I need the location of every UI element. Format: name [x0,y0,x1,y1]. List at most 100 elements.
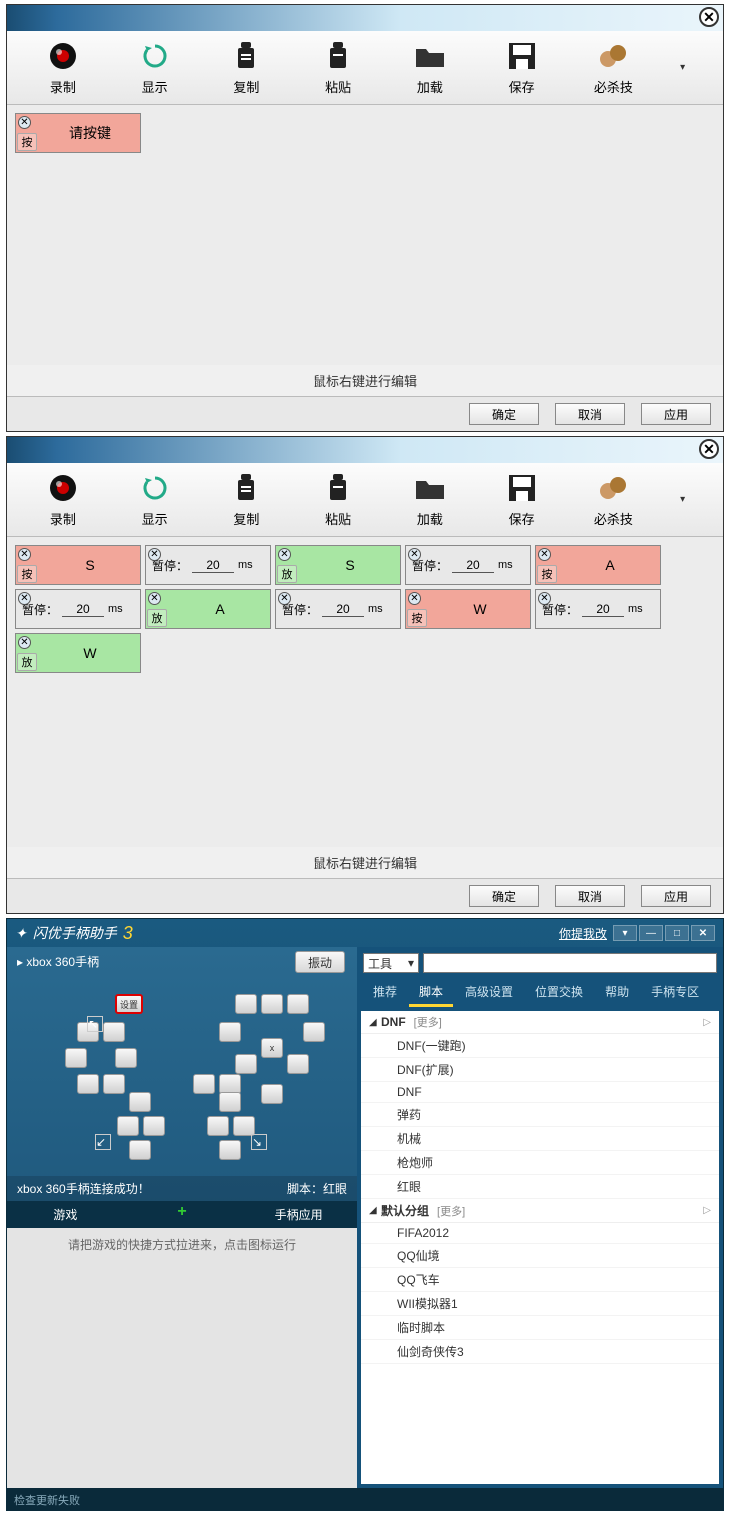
press-key-block[interactable]: ✕按S [15,545,141,585]
nav-tab[interactable]: 帮助 [595,979,639,1007]
block-close-icon[interactable]: ✕ [148,548,161,561]
expand-icon[interactable]: ▷ [703,1205,711,1216]
tree-group-header[interactable]: ◢默认分组[更多]▷ [361,1199,719,1223]
block-close-icon[interactable]: ✕ [18,636,31,649]
nav-tab[interactable]: 高级设置 [455,979,523,1007]
controller-key[interactable] [103,1074,125,1094]
block-close-icon[interactable]: ✕ [538,592,551,605]
controller-key[interactable] [219,1022,241,1042]
controller-key[interactable] [235,1054,257,1074]
controller-key[interactable] [193,1074,215,1094]
minimize-icon[interactable]: — [639,925,663,941]
pause-block[interactable]: ✕暂停：ms [15,589,141,629]
copy-button[interactable]: 复制 [221,39,271,96]
ok-button[interactable]: 确定 [469,403,539,425]
controller-key[interactable] [219,1074,241,1094]
copy-button[interactable]: 复制 [221,471,271,528]
controller-key[interactable] [129,1140,151,1160]
display-button[interactable]: 显示 [130,39,180,96]
release-key-block[interactable]: ✕放A [145,589,271,629]
pause-block[interactable]: ✕暂停：ms [145,545,271,585]
controller-key[interactable] [103,1022,125,1042]
titlebar[interactable]: ✕ [7,5,723,31]
controller-key[interactable] [287,1054,309,1074]
press-key-block[interactable]: ✕按W [405,589,531,629]
controller-key[interactable] [207,1116,229,1136]
controller-key[interactable] [303,1022,325,1042]
controller-key[interactable] [143,1116,165,1136]
dropdown-icon[interactable]: ▾ [613,925,637,941]
controller-key[interactable] [219,1092,241,1112]
macro-canvas[interactable]: ✕按S✕暂停：ms✕放S✕暂停：ms✕按A✕暂停：ms✕放A✕暂停：ms✕按W✕… [7,537,723,847]
load-button[interactable]: 加载 [405,39,455,96]
controller-key[interactable] [287,994,309,1014]
apply-button[interactable]: 应用 [641,403,711,425]
display-button[interactable]: 显示 [130,471,180,528]
controller-key[interactable] [219,1140,241,1160]
close-icon[interactable]: ✕ [691,925,715,941]
tree-item[interactable]: 枪炮师 [361,1151,719,1175]
block-close-icon[interactable]: ✕ [278,548,291,561]
controller-key-highlighted[interactable]: 设置 [115,994,143,1014]
block-close-icon[interactable]: ✕ [408,548,421,561]
cancel-button[interactable]: 取消 [555,403,625,425]
macro-canvas[interactable]: ✕ 按 请按键 [7,105,723,365]
pause-value-input[interactable] [582,602,624,617]
controller-key[interactable]: x [261,1038,283,1058]
nav-tab[interactable]: 手柄专区 [641,979,709,1007]
tools-dropdown[interactable]: 工具▾ [363,953,419,973]
pause-value-input[interactable] [452,558,494,573]
tree-item[interactable]: DNF [361,1082,719,1103]
block-close-icon[interactable]: ✕ [408,592,421,605]
controller-key[interactable] [235,994,257,1014]
release-key-block[interactable]: ✕放W [15,633,141,673]
paste-button[interactable]: 粘贴 [313,471,363,528]
combo-button[interactable]: 必杀技 [588,39,638,96]
tree-item[interactable]: WII模拟器1 [361,1292,719,1316]
controller-key[interactable] [261,994,283,1014]
controller-key[interactable] [65,1048,87,1068]
press-key-block[interactable]: ✕ 按 请按键 [15,113,141,153]
pause-value-input[interactable] [192,558,234,573]
block-close-icon[interactable]: ✕ [18,548,31,561]
ok-button[interactable]: 确定 [469,885,539,907]
controller-key[interactable] [115,1048,137,1068]
search-input[interactable] [423,953,717,973]
controller-key[interactable] [261,1084,283,1104]
tree-item[interactable]: 仙剑奇侠传3 [361,1340,719,1364]
block-close-icon[interactable]: ✕ [278,592,291,605]
save-button[interactable]: 保存 [497,471,547,528]
toolbar-dropdown-icon[interactable]: ▾ [680,494,692,505]
close-icon[interactable]: ✕ [699,7,719,27]
cancel-button[interactable]: 取消 [555,885,625,907]
nav-tab[interactable]: 脚本 [409,979,453,1007]
tab-add[interactable]: + [124,1201,241,1228]
block-close-icon[interactable]: ✕ [18,116,31,129]
controller-key[interactable] [233,1116,255,1136]
apply-button[interactable]: 应用 [641,885,711,907]
release-key-block[interactable]: ✕放S [275,545,401,585]
tree-item[interactable]: 红眼 [361,1175,719,1199]
controller-key[interactable] [129,1092,151,1112]
more-link[interactable]: [更多] [414,1014,442,1030]
controller-key[interactable] [77,1074,99,1094]
tree-item[interactable]: DNF(扩展) [361,1058,719,1082]
tab-game[interactable]: 游戏 [7,1201,124,1228]
record-button[interactable]: 录制 [38,39,88,96]
pause-block[interactable]: ✕暂停：ms [275,589,401,629]
tree-item[interactable]: QQ飞车 [361,1268,719,1292]
controller-key[interactable] [117,1116,139,1136]
app-titlebar[interactable]: ✦ 闪优手柄助手3 你提我改 ▾ — □ ✕ [7,919,723,947]
combo-button[interactable]: 必杀技 [588,471,638,528]
pause-value-input[interactable] [322,602,364,617]
feedback-link[interactable]: 你提我改 [559,925,607,942]
titlebar[interactable]: ✕ [7,437,723,463]
tree-group-header[interactable]: ◢DNF[更多]▷ [361,1011,719,1034]
more-link[interactable]: [更多] [437,1203,465,1219]
block-close-icon[interactable]: ✕ [148,592,161,605]
save-button[interactable]: 保存 [497,39,547,96]
tree-item[interactable]: 临时脚本 [361,1316,719,1340]
press-key-block[interactable]: ✕按A [535,545,661,585]
load-button[interactable]: 加载 [405,471,455,528]
toolbar-dropdown-icon[interactable]: ▾ [680,62,692,73]
